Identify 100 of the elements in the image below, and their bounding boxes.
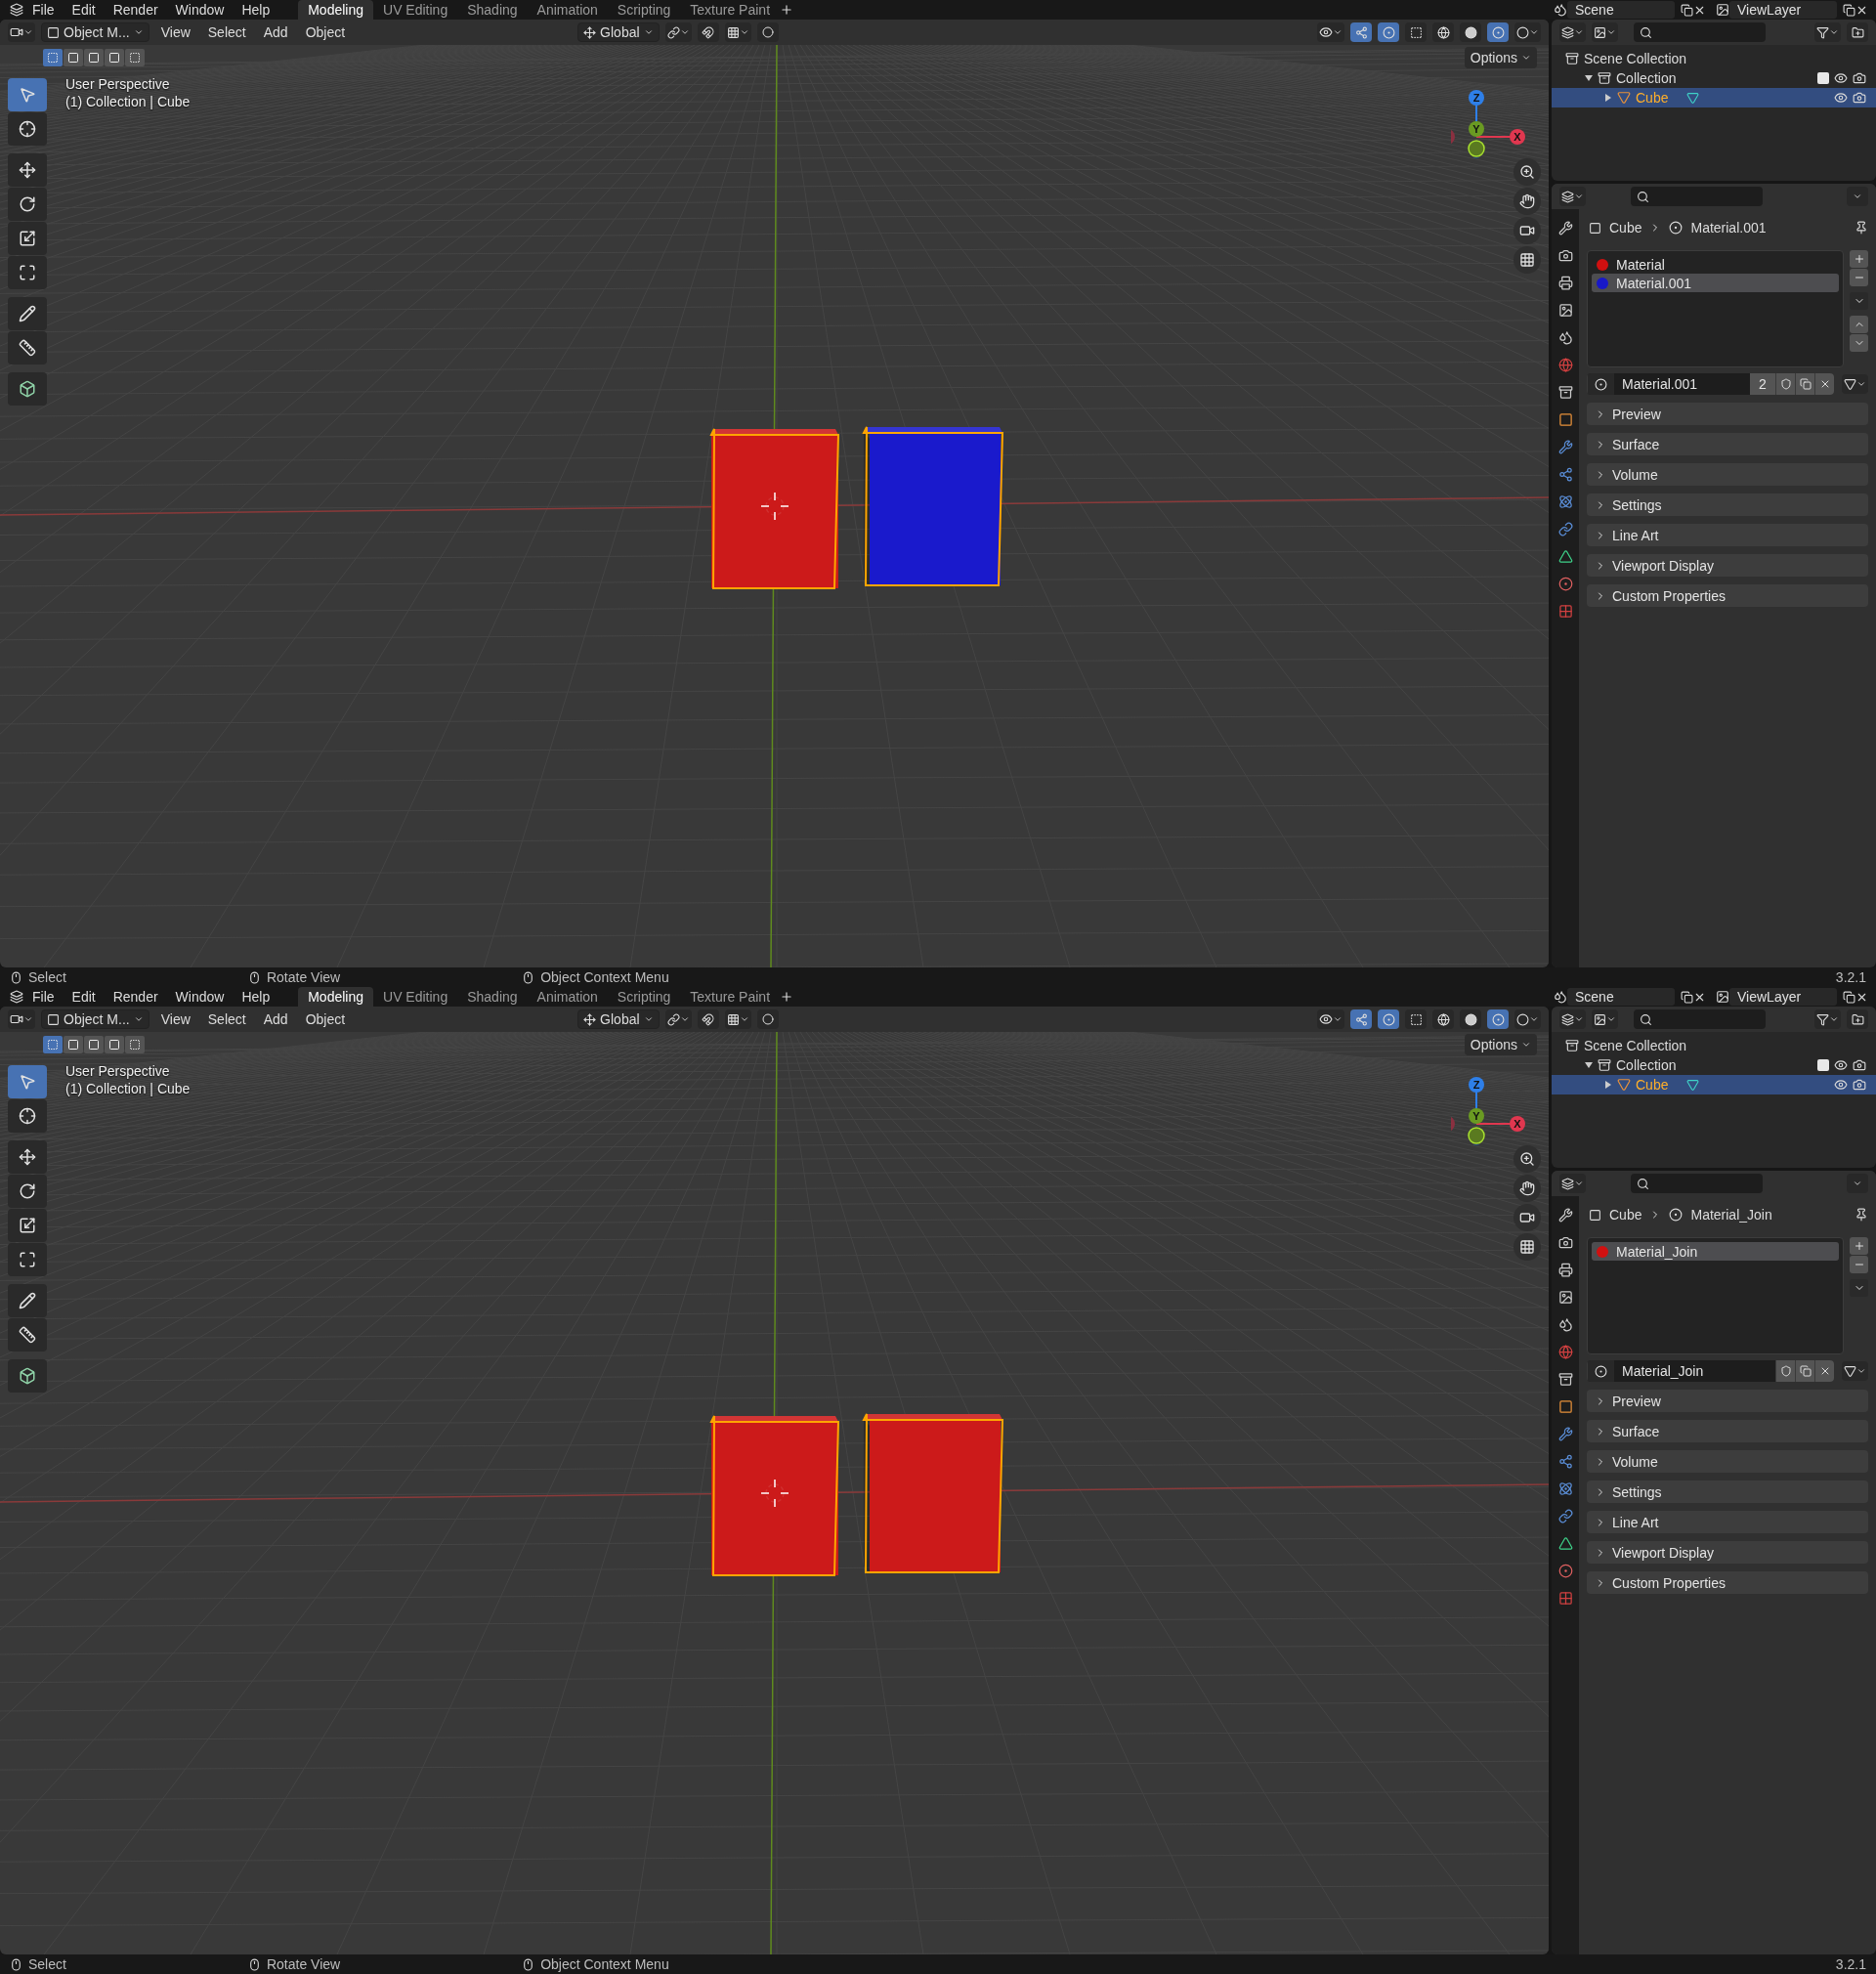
select-intersect-button[interactable]	[125, 1036, 145, 1053]
search-field[interactable]	[1634, 22, 1766, 42]
overlay-button[interactable]	[1378, 22, 1399, 42]
view-layer-button[interactable]	[1592, 1009, 1618, 1029]
outliner-row[interactable]: Collection	[1552, 68, 1876, 88]
view-layer-button[interactable]	[1592, 22, 1618, 42]
wireframe-shading-button[interactable]	[1432, 1009, 1454, 1029]
filter-button[interactable]	[1814, 1009, 1841, 1029]
header-menu[interactable]: Select	[201, 24, 252, 40]
outliner-row[interactable]: Scene Collection	[1552, 1036, 1876, 1055]
select-intersect-button[interactable]	[125, 49, 145, 66]
workspace-tab[interactable]: Scripting	[607, 0, 681, 20]
select-box-tool[interactable]	[8, 1065, 47, 1098]
new-collection-button[interactable]	[1847, 22, 1868, 42]
duplicate-button[interactable]	[1795, 373, 1814, 395]
axis-handle[interactable]: Z	[1469, 1077, 1484, 1093]
rendered-shading-button[interactable]	[1514, 1009, 1541, 1029]
remove-slot-button[interactable]	[1850, 1256, 1868, 1273]
view-layer-icon[interactable]	[1716, 3, 1729, 17]
workspace-tab[interactable]: Scripting	[607, 987, 681, 1007]
select-subtract-button[interactable]	[84, 49, 104, 66]
workspace-tab[interactable]: Shading	[457, 0, 528, 20]
xray-button[interactable]	[1405, 1009, 1427, 1029]
rotate-tool[interactable]	[8, 188, 47, 221]
annotate-tool[interactable]	[8, 1284, 47, 1317]
copy-icon[interactable]	[1843, 3, 1855, 17]
menu-item[interactable]: File	[23, 2, 64, 18]
add-slot-button[interactable]	[1850, 250, 1868, 268]
pivot-button[interactable]	[664, 1009, 692, 1029]
scale-tool[interactable]	[8, 222, 47, 255]
pin-icon[interactable]	[1855, 1208, 1868, 1222]
workspace-tab[interactable]: UV Editing	[373, 0, 458, 20]
select-invert-button[interactable]	[105, 49, 124, 66]
exclude-checkbox[interactable]	[1817, 72, 1829, 84]
material-shading-button[interactable]	[1487, 22, 1509, 42]
select-extend-button[interactable]	[64, 1036, 83, 1053]
snap-button[interactable]	[697, 22, 719, 42]
copy-icon[interactable]	[1681, 3, 1693, 17]
link-dropdown[interactable]	[1842, 1361, 1868, 1381]
menu-item[interactable]: Window	[166, 2, 234, 18]
menu-item[interactable]: Render	[104, 989, 167, 1005]
ortho-toggle-button[interactable]	[1514, 246, 1541, 274]
header-menu[interactable]: View	[154, 1011, 196, 1027]
rotate-tool[interactable]	[8, 1175, 47, 1208]
display-mode-button[interactable]	[1559, 1009, 1586, 1029]
unlink-button[interactable]	[1814, 1360, 1834, 1382]
filter-button[interactable]	[1814, 22, 1841, 42]
transform-tool[interactable]	[8, 256, 47, 289]
solid-shading-button[interactable]	[1460, 22, 1481, 42]
snap-button[interactable]	[697, 1009, 719, 1029]
view-layer-field[interactable]: ViewLayer	[1729, 988, 1837, 1006]
render-camera-icon[interactable]	[1853, 1058, 1866, 1072]
pan-button[interactable]	[1514, 188, 1541, 215]
overlay-button[interactable]	[1378, 1009, 1399, 1029]
header-menu[interactable]: View	[154, 24, 196, 40]
visibility-eye-icon[interactable]	[1834, 1058, 1848, 1072]
select-extend-button[interactable]	[64, 49, 83, 66]
add-slot-button[interactable]	[1850, 1237, 1868, 1255]
header-menu[interactable]: Object	[299, 1011, 352, 1027]
mode-dropdown[interactable]: Object M...	[41, 1009, 149, 1029]
menu-item[interactable]: Edit	[63, 989, 105, 1005]
measure-tool[interactable]	[8, 331, 47, 365]
copy-icon[interactable]	[1843, 990, 1855, 1004]
proportional-edit-button[interactable]	[756, 1009, 779, 1029]
pivot-button[interactable]	[664, 22, 692, 42]
link-dropdown[interactable]	[1842, 374, 1868, 394]
add-workspace-icon[interactable]	[780, 990, 794, 1004]
snap-target-button[interactable]	[724, 1009, 751, 1029]
snap-target-button[interactable]	[724, 22, 751, 42]
workspace-tab[interactable]: UV Editing	[373, 987, 458, 1007]
menu-item[interactable]: File	[23, 989, 64, 1005]
options-dropdown[interactable]: Options	[1464, 47, 1537, 68]
menu-item[interactable]: Render	[104, 2, 167, 18]
pin-icon[interactable]	[1855, 221, 1868, 235]
select-new-button[interactable]	[43, 49, 63, 66]
menu-item[interactable]: Help	[233, 989, 279, 1005]
menu-item[interactable]: Edit	[63, 2, 105, 18]
outliner-row[interactable]: Scene Collection	[1552, 49, 1876, 68]
orientation-dropdown[interactable]: Global	[577, 22, 660, 42]
collapsed-panel[interactable]: Custom Properties	[1587, 584, 1868, 607]
visibility-button[interactable]	[1317, 1009, 1344, 1029]
scale-tool[interactable]	[8, 1209, 47, 1242]
wireframe-shading-button[interactable]	[1432, 22, 1454, 42]
header-menu[interactable]: Select	[201, 1011, 252, 1027]
options-dropdown[interactable]: Options	[1464, 1034, 1537, 1055]
visibility-eye-icon[interactable]	[1834, 71, 1848, 85]
axis-handle[interactable]: Y	[1469, 1108, 1484, 1124]
specials-button[interactable]	[1850, 1279, 1868, 1297]
collapsed-panel[interactable]: Volume	[1587, 1450, 1868, 1473]
editor-type-button[interactable]	[1559, 187, 1586, 206]
specials-button[interactable]	[1850, 292, 1868, 310]
cursor-tool[interactable]	[8, 112, 47, 146]
visibility-eye-icon[interactable]	[1834, 91, 1848, 105]
workspace-tab[interactable]: Texture Paint	[680, 0, 781, 20]
workspace-tab[interactable]: Modeling	[298, 987, 374, 1007]
render-camera-icon[interactable]	[1853, 1078, 1866, 1092]
add-cube-tool[interactable]	[8, 372, 47, 406]
scene-field[interactable]: Scene	[1567, 1, 1675, 19]
select-box-tool[interactable]	[8, 78, 47, 111]
visibility-eye-icon[interactable]	[1834, 1078, 1848, 1092]
